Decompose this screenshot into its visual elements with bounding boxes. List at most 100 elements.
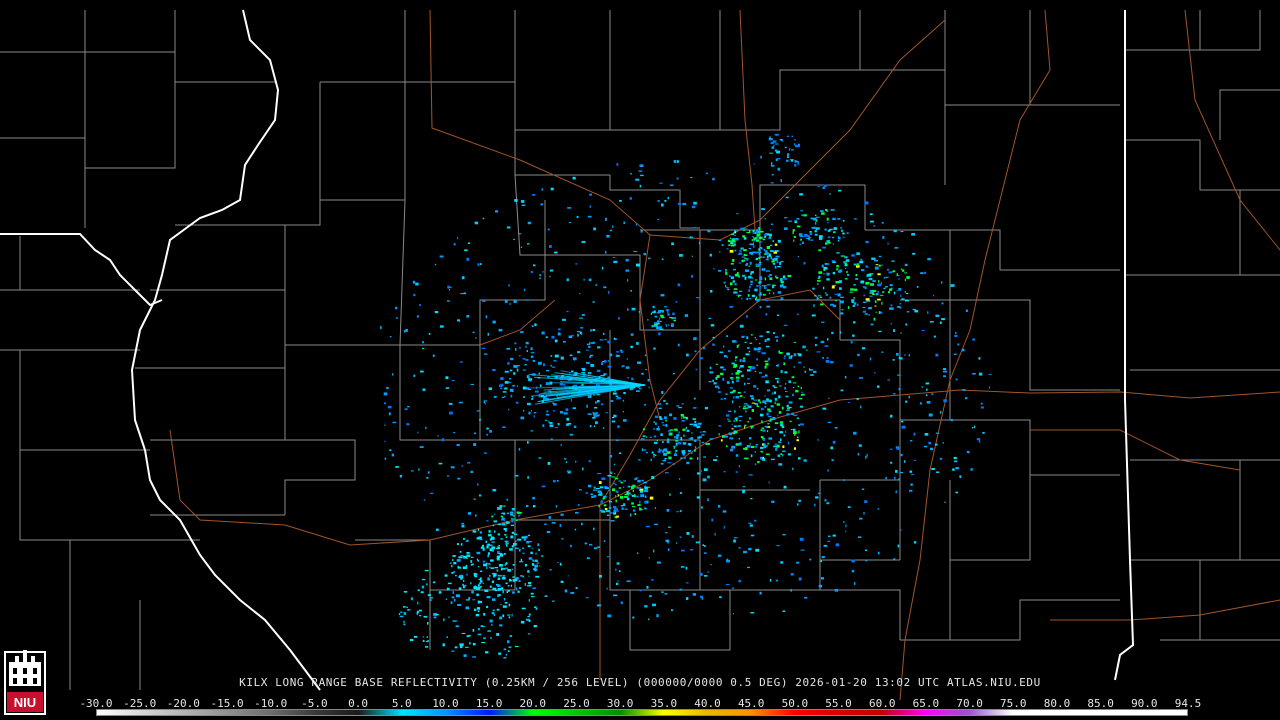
echo-pixel: [566, 311, 569, 313]
echo-pixel: [460, 645, 463, 649]
echo-pixel: [941, 318, 945, 321]
echo-pixel: [730, 448, 734, 452]
echo-pixel: [644, 354, 647, 357]
echo-pixel: [502, 523, 505, 526]
echo-pixel: [711, 518, 714, 522]
echo-pixel: [943, 375, 946, 378]
echo-pixel: [738, 547, 741, 549]
echo-pixel: [540, 203, 543, 206]
echo-pixel: [600, 500, 603, 503]
echo-pixel: [562, 384, 566, 386]
echo-pixel: [604, 487, 609, 489]
echo-pixel: [642, 449, 647, 451]
echo-pixel: [636, 342, 639, 345]
echo-pixel: [503, 519, 505, 522]
echo-pixel: [868, 306, 872, 310]
echo-pixel: [707, 571, 709, 573]
echo-pixel: [780, 453, 783, 455]
echo-pixel: [783, 485, 787, 489]
echo-pixel: [605, 510, 610, 513]
echo-pixel: [761, 285, 764, 287]
echo-pixel: [471, 590, 474, 594]
echo-pixel: [758, 252, 761, 256]
echo-pixel: [656, 439, 658, 442]
echo-pixel: [935, 353, 939, 357]
echo-pixel: [904, 354, 906, 356]
echo-pixel: [608, 291, 610, 294]
echo-pixel: [413, 293, 416, 297]
echo-pixel: [520, 575, 523, 577]
highway-line: [899, 379, 951, 701]
echo-pixel: [630, 290, 632, 292]
echo-pixel: [786, 413, 790, 416]
echo-pixel: [739, 395, 743, 397]
echo-pixel: [448, 402, 453, 405]
echo-pixel: [909, 470, 913, 473]
echo-pixel: [826, 278, 830, 281]
echo-pixel: [877, 283, 881, 287]
echo-pixel: [656, 614, 659, 618]
echo-pixel: [702, 431, 706, 433]
echo-pixel: [487, 332, 489, 336]
echo-pixel: [581, 383, 584, 386]
echo-pixel: [892, 558, 896, 560]
echo-pixel: [766, 305, 771, 308]
echo-pixel: [780, 423, 784, 427]
echo-pixel: [791, 412, 794, 415]
echo-pixel: [585, 349, 589, 351]
echo-pixel: [453, 243, 456, 246]
echo-pixel: [972, 373, 976, 375]
echo-pixel: [846, 232, 849, 234]
echo-pixel: [630, 345, 633, 349]
echo-pixel: [756, 233, 761, 236]
echo-pixel: [664, 200, 667, 202]
county-line: [949, 475, 1031, 561]
echo-pixel: [899, 307, 902, 309]
echo-pixel: [669, 429, 674, 431]
echo-pixel: [873, 225, 876, 227]
echo-pixel: [466, 315, 470, 318]
echo-pixel: [826, 273, 830, 276]
echo-pixel: [651, 476, 655, 479]
echo-pixel: [976, 438, 981, 441]
echo-pixel: [427, 622, 429, 625]
echo-pixel: [424, 569, 429, 572]
echo-pixel: [674, 435, 676, 439]
echo-pixel: [766, 253, 768, 255]
echo-pixel: [600, 403, 604, 406]
echo-pixel: [759, 401, 761, 404]
echo-pixel: [794, 164, 797, 167]
echo-pixel: [659, 314, 664, 317]
echo-pixel: [441, 438, 445, 442]
echo-pixel: [836, 252, 840, 254]
echo-pixel: [758, 281, 760, 284]
echo-pixel: [592, 412, 595, 414]
echo-pixel: [473, 432, 477, 434]
echo-pixel: [451, 564, 453, 568]
echo-pixel: [748, 248, 751, 250]
echo-pixel: [943, 399, 947, 403]
echo-pixel: [720, 366, 724, 369]
echo-pixel: [787, 153, 790, 155]
echo-pixel: [673, 160, 677, 163]
echo-pixel: [887, 379, 891, 381]
echo-pixel: [601, 266, 604, 270]
echo-pixel: [667, 548, 670, 552]
county-line: [860, 69, 946, 185]
echo-pixel: [742, 235, 745, 238]
echo-pixel: [761, 420, 763, 424]
echo-pixel: [588, 460, 591, 463]
echo-pixel: [734, 235, 736, 236]
echo-pixel: [824, 292, 827, 294]
echo-pixel: [866, 453, 868, 457]
echo-pixel: [744, 276, 747, 278]
echo-pixel: [881, 222, 884, 224]
echo-pixel: [660, 462, 664, 465]
echo-pixel: [428, 333, 431, 335]
echo-pixel: [465, 606, 469, 610]
highway-line: [349, 389, 1280, 546]
echo-pixel: [602, 497, 606, 500]
echo-pixel: [782, 275, 786, 279]
echo-pixel: [856, 263, 859, 267]
echo-pixel: [413, 635, 418, 638]
